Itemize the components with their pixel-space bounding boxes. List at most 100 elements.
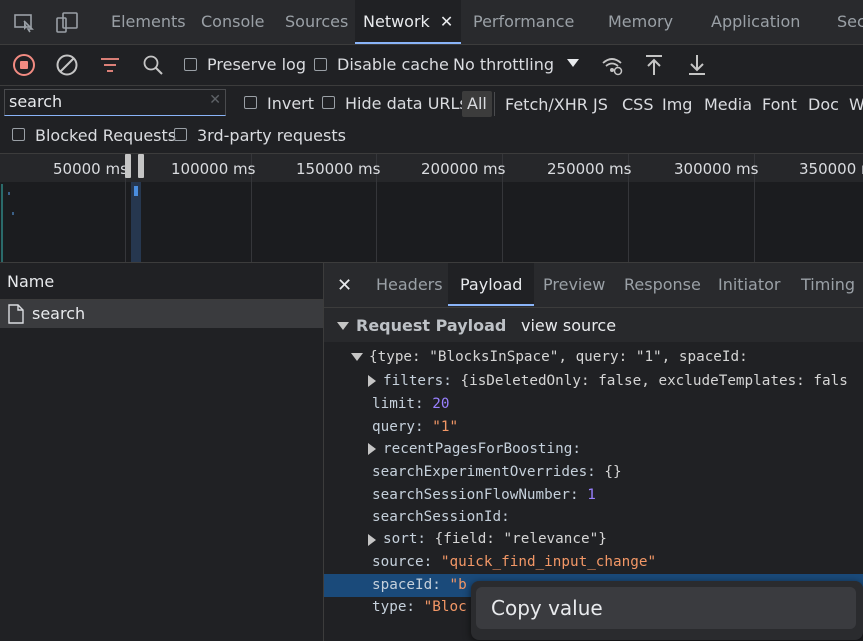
value: "1" — [432, 419, 459, 435]
name-column-header[interactable]: Name — [7, 272, 54, 291]
tree-row-session-id[interactable]: searchSessionId: — [372, 509, 510, 525]
tree-row-sort[interactable]: sort: {field: "relevance"} — [383, 531, 607, 547]
filter-input[interactable]: search ✕ — [4, 89, 226, 116]
tree-row-source[interactable]: source: "quick_find_input_change" — [372, 554, 656, 570]
tab-timing[interactable]: Timing — [801, 263, 855, 306]
filter-type-img[interactable]: Img — [662, 95, 692, 114]
payload-root-summary[interactable]: {type: "BlocksInSpace", query: "1", spac… — [369, 349, 748, 365]
request-bar — [134, 186, 138, 196]
tab-payload[interactable]: Payload — [448, 263, 535, 306]
triangle-down-icon[interactable] — [351, 353, 363, 361]
hide-data-urls-checkbox[interactable] — [322, 96, 335, 109]
document-icon — [8, 304, 24, 328]
tab-initiator[interactable]: Initiator — [718, 263, 780, 306]
triangle-right-icon[interactable] — [368, 443, 376, 455]
throttling-select[interactable]: No throttling — [453, 55, 554, 74]
filter-type-doc[interactable]: Doc — [808, 95, 839, 114]
devtools-tab-bar: Elements Console Sources Network ✕ Perfor… — [0, 0, 863, 45]
filter-icon[interactable] — [98, 53, 122, 77]
request-bar — [8, 192, 10, 195]
tab-elements[interactable]: Elements — [111, 0, 186, 44]
filter-type-ws[interactable]: W — [849, 95, 863, 114]
value: 1 — [587, 487, 596, 503]
tab-application[interactable]: Application — [711, 0, 800, 44]
clear-icon[interactable] — [55, 53, 79, 77]
filter-type-all[interactable]: All — [462, 91, 492, 117]
copy-value-menu-item[interactable]: Copy value — [476, 587, 856, 629]
close-icon[interactable]: ✕ — [440, 12, 453, 31]
timeline-tick: 50000 ms — [53, 160, 128, 178]
filter-type-media[interactable]: Media — [704, 95, 752, 114]
search-icon[interactable] — [141, 53, 165, 77]
divider — [494, 92, 495, 116]
value: "b — [449, 577, 467, 593]
disable-cache-label: Disable cache — [337, 55, 449, 74]
value: "Bloc — [423, 599, 467, 615]
third-party-checkbox[interactable] — [174, 128, 187, 141]
invert-checkbox[interactable] — [244, 96, 257, 109]
device-toolbar-icon[interactable] — [55, 10, 79, 34]
clear-filter-icon[interactable]: ✕ — [209, 92, 221, 108]
key: searchExperimentOverrides: — [372, 464, 596, 480]
value: {field: "relevance"} — [434, 531, 607, 547]
record-stop-icon[interactable] — [12, 53, 36, 77]
chevron-down-icon[interactable] — [567, 59, 579, 67]
section-title: Request Payload — [356, 316, 507, 335]
tree-row-overrides[interactable]: searchExperimentOverrides: {} — [372, 464, 622, 480]
tab-response[interactable]: Response — [624, 263, 701, 306]
filter-type-fetch-xhr[interactable]: Fetch/XHR — [505, 95, 588, 114]
close-details-icon[interactable]: ✕ — [337, 275, 352, 296]
disable-cache-checkbox[interactable] — [314, 58, 327, 71]
tab-sources[interactable]: Sources — [285, 0, 348, 44]
triangle-right-icon[interactable] — [368, 375, 376, 387]
inspect-element-icon[interactable] — [12, 10, 36, 34]
import-har-icon[interactable] — [642, 53, 666, 77]
timeline-overview[interactable]: 50000 ms 100000 ms 150000 ms 200000 ms 2… — [0, 153, 863, 262]
key: query: — [372, 419, 424, 435]
range-handle-right[interactable] — [138, 154, 144, 178]
tree-row-type[interactable]: type: "Bloc — [372, 599, 467, 615]
tab-memory[interactable]: Memory — [608, 0, 673, 44]
tree-row-filters[interactable]: filters: {isDeletedOnly: false, excludeT… — [383, 373, 848, 389]
triangle-down-icon — [337, 322, 349, 330]
tree-row-query[interactable]: query: "1" — [372, 419, 458, 435]
view-source-link[interactable]: view source — [521, 316, 616, 335]
payload-section-header[interactable]: Request Payload view source — [324, 308, 863, 342]
third-party-label: 3rd-party requests — [197, 126, 346, 145]
tree-row-recent-pages[interactable]: recentPagesForBoosting: — [383, 441, 581, 457]
export-har-icon[interactable] — [685, 53, 709, 77]
tab-performance[interactable]: Performance — [473, 0, 574, 44]
tab-network[interactable]: Network ✕ — [355, 0, 462, 44]
value: 20 — [432, 396, 450, 412]
timeline-tick: 300000 ms — [674, 160, 759, 178]
network-conditions-icon[interactable] — [600, 53, 624, 77]
timeline-tick: 100000 ms — [171, 160, 256, 178]
key: sort: — [383, 531, 427, 547]
tab-headers[interactable]: Headers — [376, 263, 443, 306]
tab-security[interactable]: Sec — [837, 0, 863, 44]
request-list-header: Name — [0, 263, 323, 300]
request-bar — [12, 212, 14, 215]
context-menu: Copy value — [471, 581, 863, 640]
table-row[interactable]: search — [0, 300, 323, 328]
filter-type-font[interactable]: Font — [762, 95, 797, 114]
filter-type-css[interactable]: CSS — [622, 95, 653, 114]
key: source: — [372, 554, 433, 570]
range-handle-left[interactable] — [125, 154, 131, 178]
blocked-requests-checkbox[interactable] — [12, 128, 25, 141]
tree-row-limit[interactable]: limit: 20 — [372, 396, 449, 412]
timeline-tick: 200000 ms — [421, 160, 506, 178]
tree-row-flow-number[interactable]: searchSessionFlowNumber: 1 — [372, 487, 596, 503]
key: searchSessionFlowNumber: — [372, 487, 579, 503]
tree-row-space-id[interactable]: spaceId: "b — [372, 577, 467, 593]
key: limit: — [372, 396, 424, 412]
key: filters: — [383, 373, 452, 389]
preserve-log-checkbox[interactable] — [184, 58, 197, 71]
timeline-tick: 350000 ms — [799, 160, 863, 178]
tab-preview[interactable]: Preview — [543, 263, 605, 306]
triangle-right-icon[interactable] — [368, 534, 376, 546]
timeline-tick: 250000 ms — [547, 160, 632, 178]
tab-console[interactable]: Console — [201, 0, 265, 44]
preserve-log-label: Preserve log — [207, 55, 306, 74]
filter-type-js[interactable]: JS — [593, 95, 608, 114]
